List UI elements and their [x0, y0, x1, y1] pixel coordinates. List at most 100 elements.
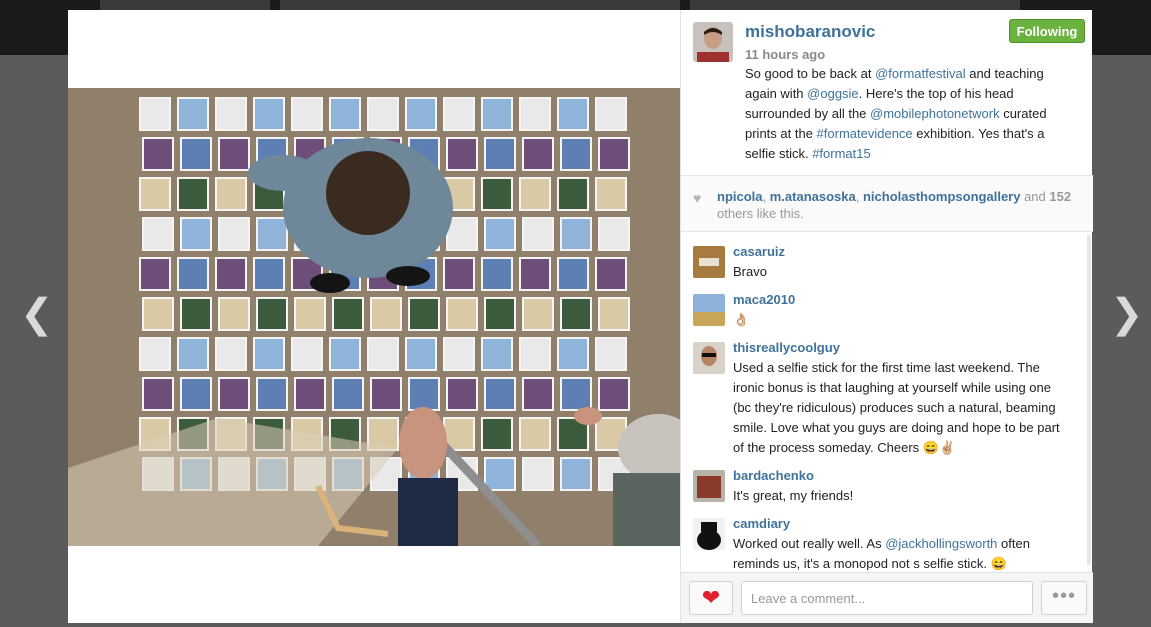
print-thumbnail [484, 377, 516, 411]
comments-scrollbar[interactable] [1087, 235, 1091, 565]
print-thumbnail [370, 377, 402, 411]
print-thumbnail [557, 177, 589, 211]
mention-link[interactable]: @formatfestival [875, 66, 966, 81]
commenter-username[interactable]: casaruiz [733, 244, 785, 259]
post-caption: So good to be back at @formatfestival an… [745, 64, 1075, 164]
print-thumbnail [522, 297, 554, 331]
print-thumbnail [443, 97, 475, 131]
likes-and: and [1020, 189, 1050, 204]
print-thumbnail [405, 97, 437, 131]
print-thumbnail [560, 457, 592, 491]
comment-text: Used a selfie stick for the first time l… [733, 360, 1060, 455]
print-thumbnail [557, 97, 589, 131]
likes-summary: npicola, m.atanasoska, nicholasthompsong… [717, 188, 1083, 222]
print-thumbnail [253, 97, 285, 131]
print-thumbnail [294, 377, 326, 411]
owner-avatar[interactable] [693, 22, 733, 62]
hashtag-link[interactable]: #formatevidence [817, 126, 913, 141]
print-thumbnail [215, 337, 247, 371]
likes-count[interactable]: 152 [1049, 189, 1071, 204]
post-photo[interactable] [68, 88, 680, 546]
comment-text: 👌🏼 [733, 312, 750, 327]
print-thumbnail [215, 257, 247, 291]
owner-username[interactable]: mishobaranovic [745, 22, 875, 42]
previous-arrow-icon[interactable]: ❮ [20, 294, 54, 334]
print-thumbnail [177, 257, 209, 291]
liker-link[interactable]: m.atanasoska [770, 189, 856, 204]
background-thumbnail [100, 0, 270, 10]
mention-link[interactable]: @oggsie [807, 86, 859, 101]
print-thumbnail [215, 177, 247, 211]
more-options-button[interactable]: ••• [1041, 581, 1087, 615]
likes-suffix: others like this. [717, 206, 804, 221]
comment-text-part: Worked out really well. As [733, 536, 886, 551]
print-thumbnail [180, 217, 212, 251]
like-button[interactable]: ❤ [689, 581, 733, 615]
caption-text: So good to be back at [745, 66, 876, 81]
mention-link[interactable]: @jackhollingsworth [885, 536, 997, 551]
commenter-avatar[interactable] [693, 470, 725, 502]
print-thumbnail [481, 97, 513, 131]
mention-link[interactable]: @mobilephotonetwork [870, 106, 1000, 121]
comment-input[interactable] [741, 581, 1033, 615]
print-thumbnail [218, 137, 250, 171]
print-thumbnail [142, 377, 174, 411]
print-thumbnail [177, 97, 209, 131]
commenter-avatar[interactable] [693, 294, 725, 326]
print-thumbnail [446, 217, 478, 251]
background-thumbnail [280, 0, 680, 10]
print-thumbnail [142, 297, 174, 331]
print-thumbnail [484, 457, 516, 491]
print-thumbnail [256, 377, 288, 411]
print-thumbnail [519, 177, 551, 211]
print-thumbnail [595, 337, 627, 371]
commenter-username[interactable]: bardachenko [733, 468, 814, 483]
print-thumbnail [253, 257, 285, 291]
print-thumbnail [522, 377, 554, 411]
print-thumbnail [291, 337, 323, 371]
print-thumbnail [218, 217, 250, 251]
print-thumbnail [443, 337, 475, 371]
comment-text: It's great, my friends! [733, 488, 854, 503]
hashtag-link[interactable]: #format15 [812, 146, 871, 161]
comment-text: Worked out really well. As @jackhollings… [733, 534, 1063, 570]
print-thumbnail [215, 97, 247, 131]
print-thumbnail [253, 337, 285, 371]
print-thumbnail [218, 297, 250, 331]
photo-pane [68, 10, 680, 623]
print-thumbnail [139, 257, 171, 291]
print-thumbnail [294, 297, 326, 331]
print-thumbnail [522, 217, 554, 251]
print-thumbnail [139, 177, 171, 211]
following-button[interactable]: Following [1009, 19, 1085, 43]
print-thumbnail [560, 137, 592, 171]
print-thumbnail [557, 257, 589, 291]
print-thumbnail [446, 137, 478, 171]
commenter-username[interactable]: thisreallycoolguy [733, 340, 840, 355]
liker-link[interactable]: npicola [717, 189, 763, 204]
print-thumbnail [446, 377, 478, 411]
print-thumbnail [180, 297, 212, 331]
next-arrow-icon[interactable]: ❯ [1110, 294, 1144, 334]
print-thumbnail [522, 137, 554, 171]
liker-link[interactable]: nicholasthompsongallery [863, 189, 1020, 204]
commenter-username[interactable]: maca2010 [733, 292, 795, 307]
print-thumbnail [560, 217, 592, 251]
print-thumbnail [595, 177, 627, 211]
post-modal: mishobaranovic 11 hours ago Following So… [68, 10, 1093, 623]
commenter-avatar[interactable] [693, 342, 725, 374]
commenter-username[interactable]: camdiary [733, 516, 790, 531]
print-thumbnail [484, 137, 516, 171]
commenter-avatar[interactable] [693, 518, 725, 550]
print-thumbnail [557, 337, 589, 371]
commenter-avatar[interactable] [693, 246, 725, 278]
likes-bar: ♥ npicola, m.atanasoska, nicholasthompso… [681, 175, 1093, 232]
print-thumbnail [218, 377, 250, 411]
print-thumbnail [180, 377, 212, 411]
print-thumbnail [177, 337, 209, 371]
print-thumbnail [367, 337, 399, 371]
print-thumbnail [291, 97, 323, 131]
print-thumbnail [139, 97, 171, 131]
print-thumbnail [519, 417, 551, 451]
print-thumbnail [142, 137, 174, 171]
